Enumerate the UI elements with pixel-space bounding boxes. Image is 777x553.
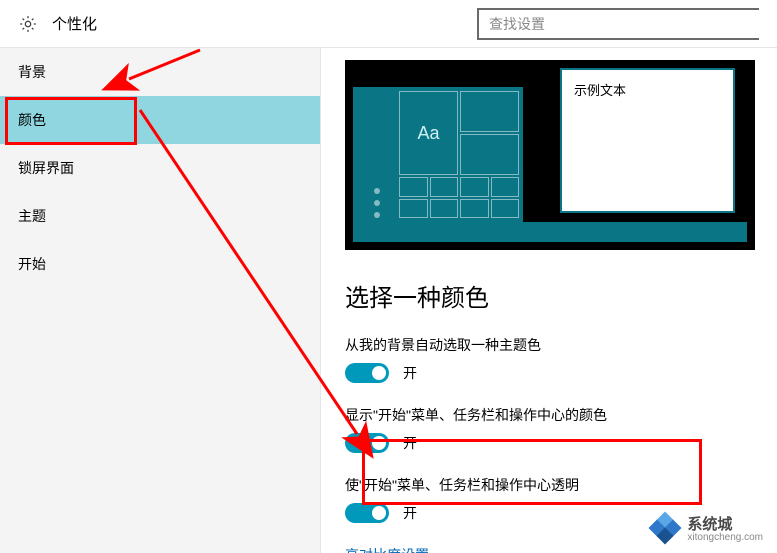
section-title: 选择一种颜色 xyxy=(345,278,777,313)
setting-label: 显示"开始"菜单、任务栏和操作中心的颜色 xyxy=(345,405,777,425)
sidebar-item-lockscreen[interactable]: 锁屏界面 xyxy=(0,144,320,192)
header: 个性化 查找设置 xyxy=(0,0,777,48)
sidebar-item-start[interactable]: 开始 xyxy=(0,240,320,288)
sidebar-item-color[interactable]: 颜色 xyxy=(0,96,320,144)
header-left: 个性化 xyxy=(18,13,97,34)
toggle-state-text: 开 xyxy=(403,363,417,383)
page-title: 个性化 xyxy=(52,13,97,34)
sidebar-item-label: 锁屏界面 xyxy=(18,158,74,178)
sidebar-item-label: 开始 xyxy=(18,254,46,274)
setting-show-color: 显示"开始"菜单、任务栏和操作中心的颜色 开 xyxy=(345,405,777,453)
watermark: 系统城 xitongcheng.com xyxy=(651,513,763,543)
preview-taskbar xyxy=(353,222,747,242)
gear-icon xyxy=(18,14,38,34)
setting-auto-accent: 从我的背景自动选取一种主题色 开 xyxy=(345,335,777,383)
sidebar-item-label: 颜色 xyxy=(18,110,46,130)
watermark-url: xitongcheng.com xyxy=(687,532,763,543)
sidebar: 背景 颜色 锁屏界面 主题 开始 xyxy=(0,48,321,553)
watermark-brand: 系统城 xyxy=(687,516,732,533)
content: Aa 示例文本 选择一种颜色 从我的背景自动选取一种主题色 开 显示"开始"菜单… xyxy=(321,48,777,553)
search-input[interactable]: 查找设置 xyxy=(477,8,759,40)
toggle-state-text: 开 xyxy=(403,503,417,523)
toggle-show-color[interactable] xyxy=(345,433,389,453)
main: 背景 颜色 锁屏界面 主题 开始 Aa 示例文本 xyxy=(0,48,777,553)
sidebar-item-background[interactable]: 背景 xyxy=(0,48,320,96)
preview-start-menu: Aa xyxy=(353,87,523,222)
setting-label: 从我的背景自动选取一种主题色 xyxy=(345,335,777,355)
sidebar-item-theme[interactable]: 主题 xyxy=(0,192,320,240)
toggle-auto-accent[interactable] xyxy=(345,363,389,383)
setting-label: 使"开始"菜单、任务栏和操作中心透明 xyxy=(345,475,777,495)
link-high-contrast[interactable]: 高对比度设置 xyxy=(345,545,777,553)
toggle-state-text: 开 xyxy=(403,433,417,453)
color-preview: Aa 示例文本 xyxy=(345,60,755,250)
watermark-logo-icon xyxy=(651,514,679,542)
preview-tile-aa: Aa xyxy=(399,91,458,175)
search-placeholder: 查找设置 xyxy=(489,14,545,34)
toggle-transparency[interactable] xyxy=(345,503,389,523)
sidebar-item-label: 背景 xyxy=(18,62,46,82)
preview-window-text: 示例文本 xyxy=(574,83,626,98)
preview-window: 示例文本 xyxy=(560,68,735,213)
sidebar-item-label: 主题 xyxy=(18,206,46,226)
